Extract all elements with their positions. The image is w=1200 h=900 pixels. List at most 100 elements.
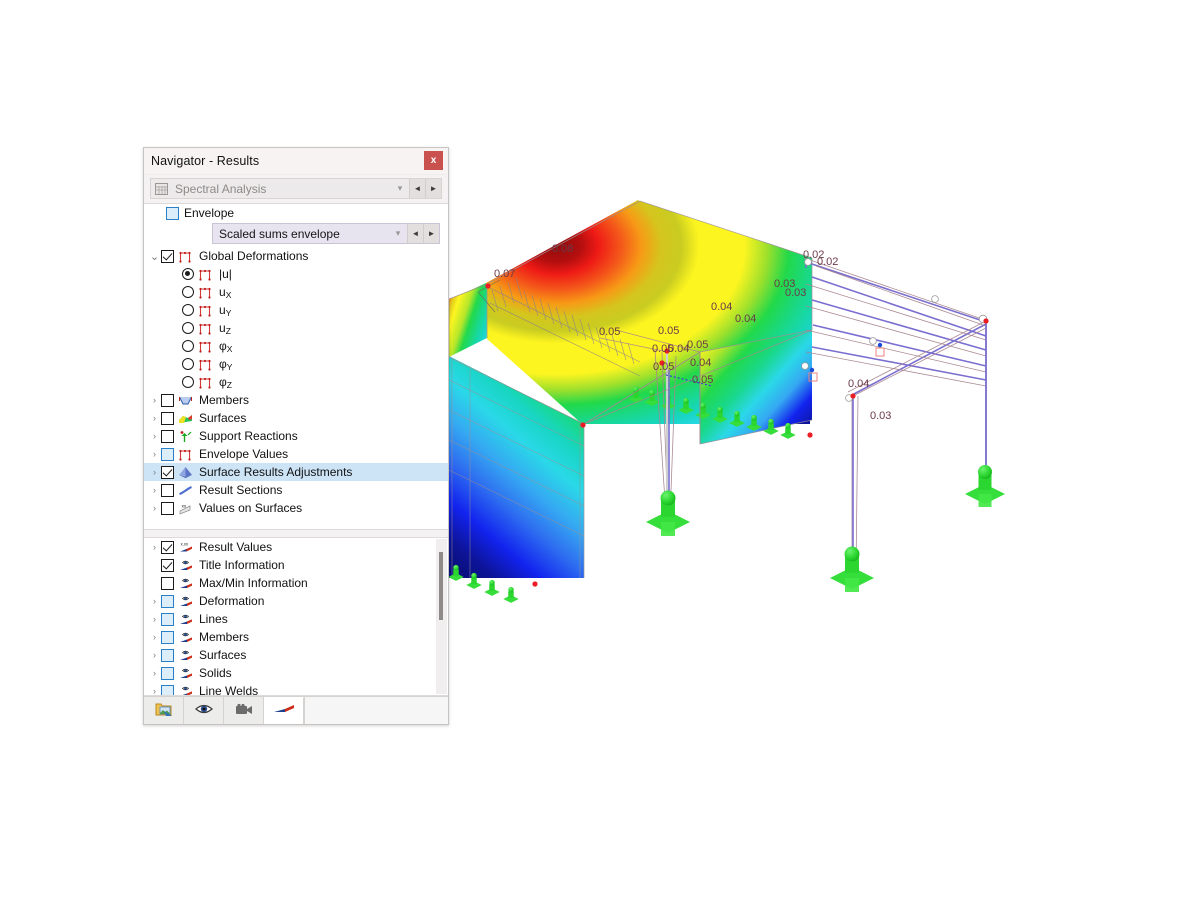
checkbox-deformation[interactable] bbox=[161, 594, 174, 608]
result-value-label: 0.04 bbox=[848, 378, 869, 390]
analysis-next-button[interactable]: ► bbox=[425, 179, 441, 198]
checkbox-lines[interactable] bbox=[161, 612, 174, 626]
chevron-right-icon[interactable]: › bbox=[148, 668, 161, 678]
tree-row-solids[interactable]: › Solids bbox=[144, 664, 448, 682]
svg-text:x.xx: x.xx bbox=[181, 541, 189, 546]
tree-row-surface-results-adjustments[interactable]: › Surface Results Adjustments bbox=[144, 463, 448, 481]
tree-row-title-information[interactable]: Title Information bbox=[144, 556, 448, 574]
result-value-label: 0.05 bbox=[658, 325, 679, 337]
rendering-navigator-tab[interactable] bbox=[224, 697, 264, 724]
chevron-right-icon[interactable]: › bbox=[148, 395, 161, 405]
checkbox-solids[interactable] bbox=[161, 666, 174, 680]
tree-row-max-min-information[interactable]: Max/Min Information bbox=[144, 574, 448, 592]
tree-row-[interactable]: φX bbox=[144, 337, 448, 355]
label-eye-icon bbox=[177, 630, 194, 645]
label-eye-icon bbox=[177, 684, 194, 695]
tree-row-lines[interactable]: › Lines bbox=[144, 610, 448, 628]
chevron-right-icon[interactable]: › bbox=[148, 650, 161, 660]
radio-Y[interactable] bbox=[182, 358, 194, 370]
result-value-label: 0.04 bbox=[690, 357, 711, 369]
results-navigator-tab[interactable] bbox=[264, 697, 304, 724]
envelope-checkbox[interactable] bbox=[166, 206, 179, 220]
radio-X[interactable] bbox=[182, 340, 194, 352]
tree-row-label: Deformation bbox=[199, 594, 265, 608]
chevron-down-icon[interactable]: ▾ bbox=[391, 183, 409, 194]
tree-row-members[interactable]: › Members bbox=[144, 628, 448, 646]
close-icon[interactable]: x bbox=[424, 151, 443, 170]
display-tree-bottom[interactable]: › x.xx Result Values Title Information Max… bbox=[144, 537, 448, 696]
tree-row-u[interactable]: |u| bbox=[144, 265, 448, 283]
tree-row-[interactable]: φY bbox=[144, 355, 448, 373]
analysis-combo[interactable]: Spectral Analysis ▾ ◄ ► bbox=[150, 178, 442, 199]
tree-row-u[interactable]: uZ bbox=[144, 319, 448, 337]
chevron-right-icon[interactable]: › bbox=[148, 413, 161, 423]
checkbox-global-deformations[interactable] bbox=[161, 249, 174, 263]
tree-row-envelope-values[interactable]: › Envelope Values bbox=[144, 445, 448, 463]
tree-row-result-sections[interactable]: › Result Sections bbox=[144, 481, 448, 499]
checkbox-members[interactable] bbox=[161, 393, 174, 407]
tree-scrollbar[interactable] bbox=[436, 539, 447, 694]
tree-row-u[interactable]: uY bbox=[144, 301, 448, 319]
tree-row-deformation[interactable]: › Deformation bbox=[144, 592, 448, 610]
tree-scrollbar-thumb[interactable] bbox=[439, 552, 443, 620]
chevron-right-icon[interactable]: › bbox=[148, 686, 161, 695]
tree-row-[interactable]: φZ bbox=[144, 373, 448, 391]
chevron-right-icon[interactable]: › bbox=[148, 632, 161, 642]
frame-deformation-icon bbox=[177, 447, 194, 462]
checkbox-surfaces[interactable] bbox=[161, 411, 174, 425]
navigator-tabbar[interactable] bbox=[144, 696, 448, 724]
tree-row-support-reactions[interactable]: › Support Reactions bbox=[144, 427, 448, 445]
checkbox-surfaces[interactable] bbox=[161, 648, 174, 662]
eye-icon bbox=[194, 702, 213, 719]
chevron-right-icon[interactable]: › bbox=[148, 485, 161, 495]
tree-splitter[interactable] bbox=[144, 530, 448, 537]
chevron-right-icon[interactable]: › bbox=[148, 449, 161, 459]
envelope-prev-button[interactable]: ◄ bbox=[407, 224, 423, 243]
tree-row-label: Envelope Values bbox=[199, 447, 289, 461]
label-eye-icon bbox=[177, 648, 194, 663]
tree-row-values-on-surfaces[interactable]: › xx Values on Surfaces bbox=[144, 499, 448, 517]
tree-row-global-deformations[interactable]: ⌄ Global Deformations bbox=[144, 247, 448, 265]
navigator-titlebar[interactable]: Navigator - Results x bbox=[144, 148, 448, 175]
chevron-down-icon[interactable]: ⌄ bbox=[148, 250, 161, 263]
envelope-combo[interactable]: Scaled sums envelope ▾ ◄ ► bbox=[212, 223, 440, 244]
analysis-prev-button[interactable]: ◄ bbox=[409, 179, 425, 198]
checkbox-envelope-values[interactable] bbox=[161, 447, 174, 461]
checkbox-title-information[interactable] bbox=[161, 558, 174, 572]
chevron-right-icon[interactable]: › bbox=[148, 542, 161, 552]
radio-uZ[interactable] bbox=[182, 322, 194, 334]
checkbox-result-values[interactable] bbox=[161, 540, 174, 554]
result-value-label: 0.05 bbox=[692, 374, 713, 386]
tree-row-label: uZ bbox=[219, 321, 231, 336]
checkbox-max-min-information[interactable] bbox=[161, 576, 174, 590]
result-value-label: 0.04 bbox=[735, 313, 756, 325]
results-tree-top[interactable]: Envelope Scaled sums envelope ▾ ◄ ► ⌄ Glo… bbox=[144, 203, 448, 530]
chevron-right-icon[interactable]: › bbox=[148, 503, 161, 513]
project-navigator-tab[interactable] bbox=[144, 697, 184, 724]
chevron-right-icon[interactable]: › bbox=[148, 431, 161, 441]
chevron-right-icon[interactable]: › bbox=[148, 467, 161, 477]
checkbox-members[interactable] bbox=[161, 630, 174, 644]
tree-row-result-values[interactable]: › x.xx Result Values bbox=[144, 538, 448, 556]
tree-row-u[interactable]: uX bbox=[144, 283, 448, 301]
radio-uX[interactable] bbox=[182, 286, 194, 298]
radio-Z[interactable] bbox=[182, 376, 194, 388]
views-navigator-tab[interactable] bbox=[184, 697, 224, 724]
checkbox-surface-results-adjustments[interactable] bbox=[161, 465, 174, 479]
tree-row-surfaces[interactable]: › Surfaces bbox=[144, 646, 448, 664]
chevron-right-icon[interactable]: › bbox=[148, 614, 161, 624]
checkbox-result-sections[interactable] bbox=[161, 483, 174, 497]
checkbox-support-reactions[interactable] bbox=[161, 429, 174, 443]
chevron-down-icon[interactable]: ▾ bbox=[389, 228, 407, 239]
navigator-results-panel[interactable]: Navigator - Results x Spectral Analysis bbox=[143, 147, 449, 725]
checkbox-line-welds[interactable] bbox=[161, 684, 174, 695]
chevron-right-icon[interactable]: › bbox=[148, 596, 161, 606]
tree-row-line-welds[interactable]: › Line Welds bbox=[144, 682, 448, 695]
radio-uY[interactable] bbox=[182, 304, 194, 316]
radio-u[interactable] bbox=[182, 268, 194, 280]
checkbox-values-on-surfaces[interactable] bbox=[161, 501, 174, 515]
tree-row-envelope[interactable]: Envelope bbox=[144, 204, 448, 222]
tree-row-surfaces[interactable]: › Surfaces bbox=[144, 409, 448, 427]
tree-row-members[interactable]: › Members bbox=[144, 391, 448, 409]
envelope-next-button[interactable]: ► bbox=[423, 224, 439, 243]
